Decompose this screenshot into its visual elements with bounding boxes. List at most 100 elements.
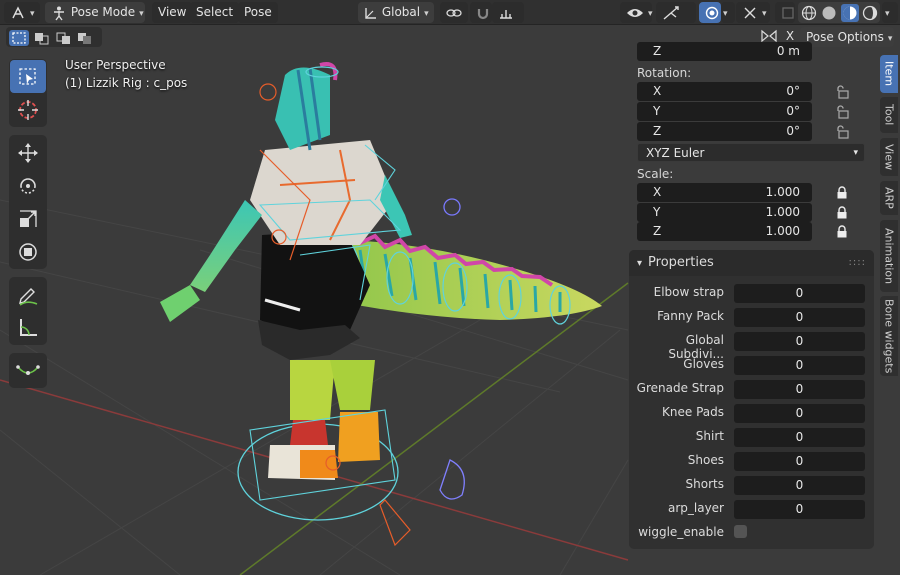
pose-options-dropdown[interactable]: Pose Options ▾ [800,27,894,47]
select-box-tool[interactable] [10,60,46,93]
visibility-dropdown[interactable]: ▾ [620,2,653,23]
orientation-icon [365,7,376,19]
eye-icon [627,8,643,17]
rotation-z-unlock-icon[interactable] [835,125,849,139]
prop-elbow-strap-field[interactable]: 0 [734,284,865,303]
bone-icon [744,7,756,18]
scale-z-lock-icon[interactable] [836,225,848,238]
scale-y-field[interactable]: Y 1.000 [637,203,812,222]
properties-panel: ▾ Properties :::: Elbow strap 0 Fanny Pac… [629,250,874,549]
view-perspective-label: User Perspective [65,58,166,72]
transform-orientation-dropdown[interactable]: Global ▾ [358,2,434,23]
pencil-icon [19,287,38,306]
scale-x-lock-icon[interactable] [836,186,848,199]
rotation-x-unlock-icon[interactable] [835,85,849,99]
drag-handle-icon[interactable]: :::: [849,250,866,276]
prop-global-subdivision-field[interactable]: 0 [734,332,865,351]
rotation-y-unlock-icon[interactable] [835,105,849,119]
rotate-tool[interactable] [10,169,46,202]
orientation-label: Global [381,5,421,19]
rotation-z-field[interactable]: Z 0° [637,122,812,141]
bone-overlay-dropdown[interactable]: ▾ [736,2,770,23]
breakdowner-tool[interactable] [10,354,46,387]
prop-gloves-field[interactable]: 0 [734,356,865,375]
prop-knee-pads-field[interactable]: 0 [734,404,865,423]
prop-label: Shirt [695,429,724,443]
xray-toggle[interactable] [775,2,795,23]
prop-grenade-strap-field[interactable]: 0 [734,380,865,399]
prop-label: Knee Pads [662,405,724,419]
select-subtract-icon[interactable] [55,30,73,46]
solid-shading-icon[interactable] [821,5,837,21]
prop-label: wiggle_enable [638,525,724,539]
tab-animation[interactable]: Animation [880,220,898,292]
prop-label: Shorts [685,477,724,491]
gizmo-icon [663,5,679,20]
scale-tool[interactable] [10,202,46,235]
select-extend-icon[interactable] [33,30,51,46]
overlays-icon [705,6,719,19]
menu-pose[interactable]: Pose [238,2,278,23]
prop-shoes-field[interactable]: 0 [734,452,865,471]
rendered-shading-icon[interactable] [862,5,878,21]
move-icon [18,142,38,163]
prop-shorts-field[interactable]: 0 [734,476,865,495]
tab-view[interactable]: View [880,138,898,176]
select-new-icon[interactable] [9,29,29,46]
measure-tool[interactable] [10,311,46,344]
scale-z-field[interactable]: Z 1.000 [637,222,812,241]
prop-label: Elbow strap [653,285,724,299]
tab-bone-widgets[interactable]: Bone widgets [880,296,898,376]
transform-icon [19,242,37,261]
prop-fanny-pack-field[interactable]: 0 [734,308,865,327]
tab-item[interactable]: Item [880,55,898,93]
scale-x-field[interactable]: X 1.000 [637,183,812,202]
annotate-tool[interactable] [10,278,46,311]
link-icon [446,8,462,17]
overlays-dropdown[interactable]: ▾ [721,2,735,23]
snap-toggle[interactable] [470,2,492,23]
cursor-tool[interactable] [10,93,46,126]
snap-increment-icon [500,9,512,19]
active-object-label: (1) Lizzik Rig : c_pos [65,76,188,90]
wireframe-shading-icon[interactable] [801,5,817,21]
selection-mode-group [6,27,102,47]
prop-shirt-field[interactable]: 0 [734,428,865,447]
prop-label: Fanny Pack [657,309,724,323]
prop-label: Gloves [683,357,724,371]
xray-icon [782,6,794,19]
properties-panel-header[interactable]: ▾ Properties :::: [629,250,874,276]
ruler-icon [20,318,37,336]
transform-tool[interactable] [10,235,46,268]
annotate-tools-group [9,277,47,345]
breakdowner-icon [16,364,40,375]
chevron-down-icon: ▾ [637,258,643,269]
overlays-toggle[interactable] [699,2,721,23]
transform-tools-group [9,135,47,269]
menu-select[interactable]: Select [190,2,240,23]
tab-arp[interactable]: ARP [880,181,898,215]
pivot-point-dropdown[interactable] [440,2,468,23]
prop-arp-layer-field[interactable]: 0 [734,500,865,519]
prop-label: arp_layer [667,501,724,515]
snap-target-dropdown[interactable] [492,2,524,23]
mode-dropdown[interactable]: Pose Mode ▾ [45,2,145,23]
select-invert-icon[interactable] [76,30,94,46]
shading-dropdown[interactable]: ▾ [882,2,898,23]
move-tool[interactable] [10,136,46,169]
material-shading-icon[interactable] [840,3,859,22]
rotation-y-field[interactable]: Y 0° [637,102,812,121]
rotation-x-field[interactable]: X 0° [637,82,812,101]
menu-view[interactable]: View [152,2,193,23]
rotate-icon [20,177,36,194]
editor-type-button[interactable]: ▾ [4,2,40,23]
shading-modes [798,2,880,23]
location-z-field[interactable]: Z 0 m [637,42,812,61]
pose-tools-group [9,353,47,388]
gizmo-dropdown[interactable] [656,2,696,23]
scale-y-lock-icon[interactable] [836,206,848,219]
magnet-icon [477,8,489,19]
rotation-mode-dropdown[interactable]: XYZ Euler ▾ [637,143,865,162]
wiggle-enable-checkbox[interactable] [734,525,747,538]
tab-tool[interactable]: Tool [880,97,898,133]
